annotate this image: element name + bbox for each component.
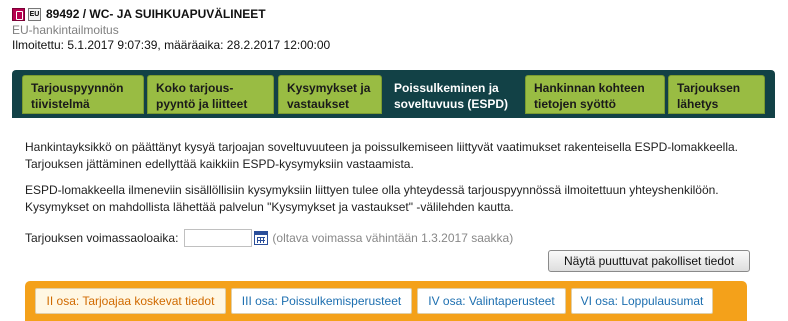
tab-questions-answers[interactable]: Kysymykset ja vastaukset [278,75,382,114]
pdf-icon[interactable] [12,7,25,21]
calendar-icon[interactable] [254,231,269,245]
espd-intro-text: Hankintayksikkö on päättänyt kysyä tarjo… [25,140,739,171]
validity-label: Tarjouksen voimassaoloaika: [25,231,179,245]
tab-item-data-entry[interactable]: Hankinnan kohteen tietojen syöttö [525,75,665,114]
tab-full-request[interactable]: Koko tarjous-pyyntö ja liitteet [147,75,274,114]
espd-part-tab-bar: II osa: Tarjoajaa koskevat tiedot III os… [25,281,747,321]
part-tab-selection-criteria[interactable]: IV osa: Valintaperusteet [417,288,566,314]
show-missing-fields-button[interactable]: Näytä puuttuvat pakolliset tiedot [548,250,750,272]
validity-hint: (oltava voimassa vähintään 1.3.2017 saak… [272,231,514,245]
tab-questions-answers-label: Kysymykset ja vastaukset [287,81,371,111]
part-tab-final-statements[interactable]: VI osa: Loppulausumat [571,288,713,314]
part-tab-tenderer-info[interactable]: II osa: Tarjoajaa koskevat tiedot [35,288,226,314]
part-tab-exclusion-grounds[interactable]: III osa: Poissulkemisperusteet [231,288,412,314]
validity-date-input[interactable] [184,229,253,247]
tab-send-tender-label: Tarjouksen lähetys [677,81,741,111]
espd-contact-text: ESPD-lomakkeella ilmeneviin sisällöllisi… [25,183,719,214]
tab-full-request-label: Koko tarjous-pyyntö ja liitteet [156,81,248,111]
eu-icon: EU [28,7,41,21]
tab-send-tender[interactable]: Tarjouksen lähetys [668,75,765,114]
validity-row: Tarjouksen voimassaoloaika: (oltava voim… [25,229,513,247]
tab-espd-label: Poissulkeminen ja soveltuvuus (ESPD) [394,81,509,111]
tab-item-data-entry-label: Hankinnan kohteen tietojen syöttö [534,81,645,111]
tab-summary[interactable]: Tarjouspyynnön tiivistelmä [22,75,144,114]
notice-title: 89492 / WC- JA SUIHKUAPUVÄLINEET [46,7,266,21]
main-tab-bar: Tarjouspyynnön tiivistelmä Koko tarjous-… [12,70,775,118]
tab-espd[interactable]: Poissulkeminen ja soveltuvuus (ESPD) [385,75,522,114]
notice-header: EU 89492 / WC- JA SUIHKUAPUVÄLINEET EU-h… [12,6,330,53]
tab-summary-label: Tarjouspyynnön tiivistelmä [31,81,124,111]
notice-title-row: EU 89492 / WC- JA SUIHKUAPUVÄLINEET [12,6,330,22]
notice-type: EU-hankintailmoitus [12,23,119,37]
notice-dates: Ilmoitettu: 5.1.2017 9:07:39, määräaika:… [12,38,331,52]
